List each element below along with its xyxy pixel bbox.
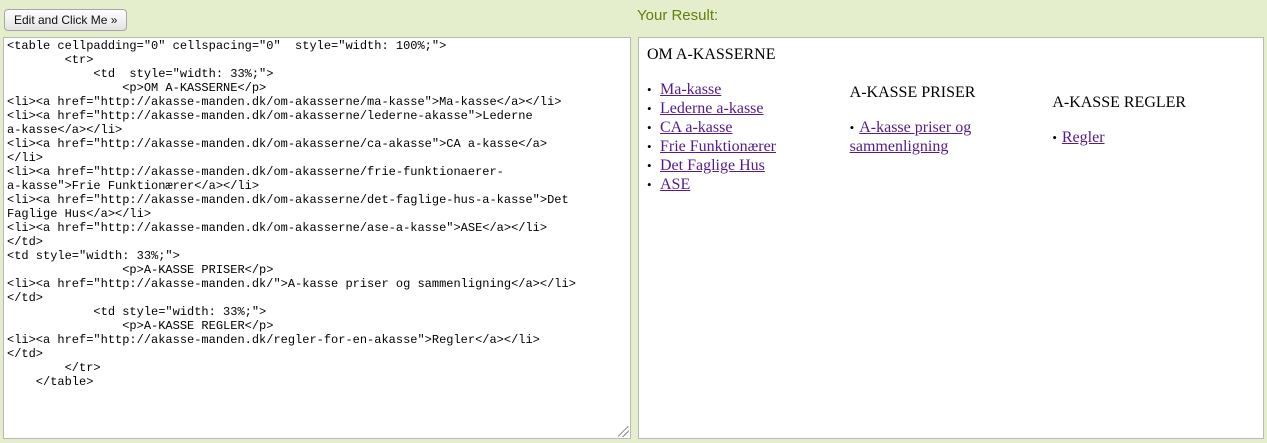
link-regler[interactable]: Regler bbox=[1062, 129, 1105, 146]
link-a-kasse-priser[interactable]: A-kasse priser og sammenligning bbox=[850, 119, 972, 155]
result-column-a-kasse-priser: A-KASSE PRISER • A-kasse priser og sammen… bbox=[850, 38, 1053, 194]
your-result-heading: Your Result: bbox=[637, 7, 719, 24]
code-editor-textarea[interactable]: <table cellpadding="0" cellspacing="0" s… bbox=[3, 37, 631, 439]
list-item: • Regler bbox=[1052, 128, 1255, 147]
result-table: OM A-KASSERNE Ma-kasse Lederne a-kasse C… bbox=[647, 38, 1255, 194]
link-det-faglige-hus[interactable]: Det Faglige Hus bbox=[660, 157, 765, 174]
list-item: Ma-kasse bbox=[647, 80, 850, 99]
resize-grip-icon[interactable] bbox=[618, 426, 629, 437]
result-column-om-a-kasserne: OM A-KASSERNE Ma-kasse Lederne a-kasse C… bbox=[647, 38, 850, 194]
bullet-icon: • bbox=[1052, 129, 1057, 145]
link-frie-funktionaerer[interactable]: Frie Funktionærer bbox=[660, 138, 776, 155]
column-title: OM A-KASSERNE bbox=[647, 46, 776, 63]
link-list: Ma-kasse Lederne a-kasse CA a-kasse Frie… bbox=[647, 80, 850, 194]
link-ca-a-kasse[interactable]: CA a-kasse bbox=[660, 119, 732, 136]
result-column-a-kasse-regler: A-KASSE REGLER • Regler bbox=[1052, 38, 1255, 194]
column-title: A-KASSE REGLER bbox=[1052, 93, 1187, 111]
list-item: Frie Funktionærer bbox=[647, 137, 850, 156]
list-item: CA a-kasse bbox=[647, 118, 850, 137]
list-item: • A-kasse priser og sammenligning bbox=[850, 118, 1053, 156]
list-item: ASE bbox=[647, 175, 850, 194]
bullet-icon: • bbox=[849, 120, 855, 135]
column-title: A-KASSE PRISER bbox=[849, 84, 976, 101]
code-editor-content[interactable]: <table cellpadding="0" cellspacing="0" s… bbox=[7, 39, 627, 389]
link-lederne-a-kasse[interactable]: Lederne a-kasse bbox=[660, 100, 764, 117]
list-item: Lederne a-kasse bbox=[647, 99, 850, 118]
edit-and-click-me-button[interactable]: Edit and Click Me » bbox=[4, 9, 128, 31]
link-ma-kasse[interactable]: Ma-kasse bbox=[660, 81, 721, 98]
list-item: Det Faglige Hus bbox=[647, 156, 850, 175]
link-ase[interactable]: ASE bbox=[660, 176, 690, 193]
result-frame: OM A-KASSERNE Ma-kasse Lederne a-kasse C… bbox=[638, 37, 1264, 439]
